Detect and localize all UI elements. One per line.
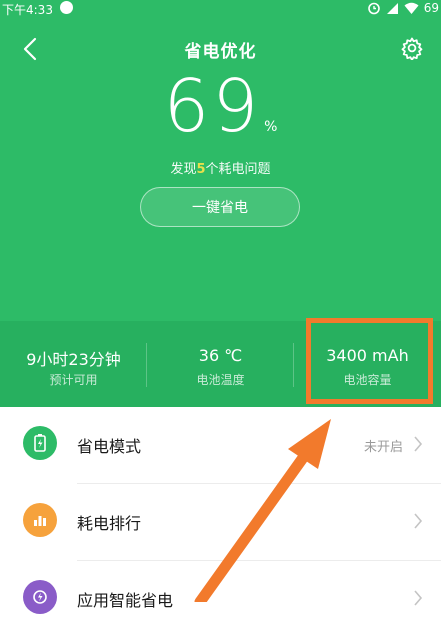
- list-item-label: 省电模式: [77, 437, 142, 456]
- battery-score: 69%: [0, 70, 441, 142]
- wifi-icon: [404, 2, 419, 14]
- chevron-right-icon: [414, 436, 423, 452]
- list-item-status: 未开启: [363, 440, 403, 455]
- app-icon: [60, 1, 73, 14]
- signal-icon: [386, 2, 398, 14]
- battery-level: 69: [423, 1, 439, 15]
- list-item-label: 耗电排行: [77, 514, 142, 533]
- list-item-power-ranking[interactable]: 耗电排行: [0, 484, 441, 560]
- one-key-save-button[interactable]: 一键省电: [140, 187, 300, 227]
- chevron-right-icon: [414, 590, 423, 606]
- issues-suffix: 个耗电问题: [205, 162, 271, 177]
- battery-score-value: 69: [163, 64, 262, 148]
- gear-icon[interactable]: [400, 36, 424, 60]
- issues-text: 发现5个耗电问题: [0, 158, 441, 177]
- status-time: 下午4:33: [2, 3, 53, 17]
- battery-score-unit: %: [264, 119, 278, 135]
- page-title: 省电优化: [184, 42, 257, 62]
- smart-save-icon: [23, 580, 57, 614]
- issues-count: 5: [196, 162, 206, 177]
- stat-label: 电池温度: [196, 373, 245, 387]
- stat-remaining-time: 9小时23分钟 预计可用: [0, 321, 147, 407]
- list-item-power-saving-mode[interactable]: 省电模式 未开启: [0, 407, 441, 483]
- chevron-right-icon: [414, 513, 423, 529]
- alarm-icon: [367, 2, 380, 15]
- list-item-label: 应用智能省电: [77, 591, 174, 610]
- stat-value: 9小时23分钟: [26, 350, 121, 369]
- stat-temperature: 36 ℃ 电池温度: [147, 321, 294, 407]
- capacity-highlight-box: [306, 318, 433, 404]
- battery-mode-icon: [23, 426, 57, 460]
- bar-chart-icon: [23, 503, 57, 537]
- list-item-smart-app-saving[interactable]: 应用智能省电: [0, 561, 441, 637]
- stat-label: 预计可用: [49, 373, 98, 387]
- status-bar: 下午4:33 69: [0, 0, 441, 18]
- issues-prefix: 发现: [170, 162, 197, 177]
- status-icons: 69: [367, 1, 439, 15]
- stat-value: 36 ℃: [198, 346, 243, 365]
